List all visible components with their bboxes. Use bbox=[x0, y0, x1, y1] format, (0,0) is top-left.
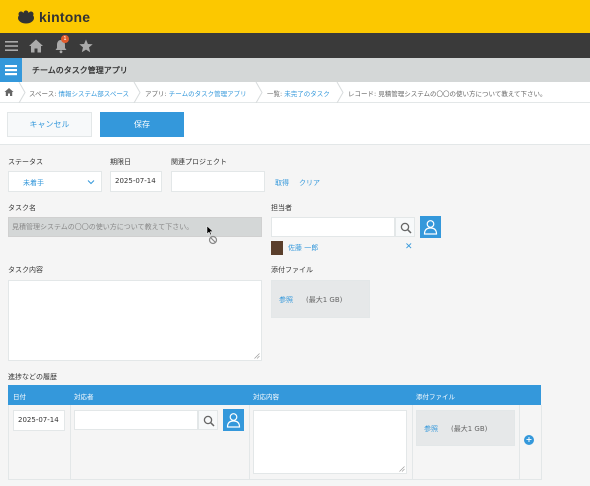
task-content-label: タスク内容 bbox=[8, 266, 43, 274]
history-attachment-dropzone[interactable]: 参照 (最大1 GB) bbox=[416, 410, 515, 446]
column-divider bbox=[249, 405, 250, 480]
app-icon[interactable] bbox=[0, 58, 22, 82]
chevron-down-icon bbox=[87, 180, 95, 185]
max-size-note: (最大1 GB) bbox=[306, 296, 343, 304]
user-icon bbox=[226, 413, 241, 428]
star-icon[interactable] bbox=[78, 38, 94, 54]
remove-assignee-icon[interactable]: ✕ bbox=[405, 242, 413, 252]
task-name-input[interactable]: 見積管理システムの〇〇の使い方について教えて下さい。 bbox=[8, 217, 262, 237]
assignee-name[interactable]: 佐藤 一郎 bbox=[288, 243, 318, 253]
history-table-header: 日付 対応者 対応内容 添付ファイル bbox=[8, 385, 541, 405]
clear-link[interactable]: クリア bbox=[299, 178, 320, 188]
list-icon bbox=[5, 65, 17, 76]
menu-icon[interactable] bbox=[4, 38, 20, 54]
project-label: 関連プロジェクト bbox=[171, 158, 227, 166]
cancel-button[interactable]: キャンセル bbox=[7, 112, 92, 137]
browse-link[interactable]: 参照 bbox=[424, 424, 438, 434]
browse-link[interactable]: 参照 bbox=[279, 295, 293, 305]
breadcrumb-record: レコード: 見積管理システムの〇〇の使い方について教えて下さい。 bbox=[348, 90, 547, 98]
breadcrumb-view-prefix: 一覧: bbox=[267, 90, 285, 98]
notification-badge: 1 bbox=[61, 35, 69, 43]
logo-text: kintone bbox=[39, 9, 91, 25]
global-toolbar bbox=[0, 33, 590, 58]
assignee-picker-button[interactable] bbox=[420, 216, 441, 238]
responder-search-button[interactable] bbox=[198, 410, 218, 430]
due-date-input[interactable]: 2025-07-14 bbox=[110, 171, 162, 192]
history-date-input[interactable]: 2025-07-14 bbox=[13, 410, 65, 431]
app-title: チームのタスク管理アプリ bbox=[32, 66, 128, 75]
assignee-search-input[interactable] bbox=[271, 217, 395, 237]
breadcrumb-space-link[interactable]: 情報システム部スペース bbox=[58, 90, 129, 98]
breadcrumb-space[interactable]: スペース: 情報システム部スペース bbox=[29, 88, 129, 98]
attachment-label: 添付ファイル bbox=[271, 266, 313, 274]
column-header-attachment: 添付ファイル bbox=[416, 393, 455, 401]
assignee-label: 担当者 bbox=[271, 204, 292, 212]
breadcrumb-view-link[interactable]: 未完了のタスク bbox=[284, 90, 330, 98]
task-content-textarea[interactable] bbox=[8, 280, 262, 361]
breadcrumb-separator bbox=[255, 82, 263, 103]
action-bar: キャンセル 保存 bbox=[0, 103, 590, 145]
breadcrumb-separator bbox=[336, 82, 344, 103]
history-content-textarea[interactable] bbox=[253, 410, 407, 474]
attachment-dropzone[interactable]: 参照 (最大1 GB) bbox=[271, 280, 370, 318]
kintone-logo[interactable]: kintone bbox=[16, 9, 90, 25]
breadcrumb-view[interactable]: 一覧: 未完了のタスク bbox=[267, 88, 330, 98]
column-divider bbox=[519, 405, 520, 480]
status-label: ステータス bbox=[8, 158, 43, 166]
breadcrumb-space-prefix: スペース: bbox=[29, 90, 59, 98]
breadcrumb: スペース: 情報システム部スペース アプリ: チームのタスク管理アプリ 一覧: … bbox=[0, 82, 590, 103]
avatar bbox=[271, 241, 283, 255]
column-divider bbox=[412, 405, 413, 480]
history-title: 進捗などの履歴 bbox=[8, 373, 57, 381]
responder-search-input[interactable] bbox=[74, 410, 198, 430]
breadcrumb-separator bbox=[133, 82, 141, 103]
home-icon[interactable] bbox=[4, 87, 14, 97]
column-header-content: 対応内容 bbox=[253, 393, 279, 401]
column-header-date: 日付 bbox=[13, 393, 26, 401]
search-icon bbox=[203, 415, 215, 427]
resize-grip-icon[interactable] bbox=[254, 353, 260, 359]
home-icon[interactable] bbox=[28, 38, 44, 54]
fetch-link[interactable]: 取得 bbox=[275, 178, 289, 188]
task-name-label: タスク名 bbox=[8, 204, 36, 212]
save-button[interactable]: 保存 bbox=[100, 112, 184, 137]
add-row-button[interactable]: + bbox=[524, 435, 534, 445]
global-header: kintone bbox=[0, 0, 590, 33]
kintone-logo-icon bbox=[18, 10, 34, 24]
status-select[interactable]: 未着手 bbox=[8, 171, 102, 192]
max-size-note: (最大1 GB) bbox=[451, 425, 488, 433]
assignee-search-button[interactable] bbox=[395, 217, 415, 237]
due-date-label: 期限日 bbox=[110, 158, 131, 166]
breadcrumb-app-link[interactable]: チームのタスク管理アプリ bbox=[169, 90, 247, 98]
user-icon bbox=[423, 220, 438, 235]
project-input[interactable] bbox=[171, 171, 265, 192]
mouse-cursor-icon bbox=[206, 226, 218, 245]
breadcrumb-app-prefix: アプリ: bbox=[145, 90, 169, 98]
app-header: チームのタスク管理アプリ bbox=[0, 58, 590, 82]
resize-grip-icon[interactable] bbox=[399, 466, 405, 472]
assignee-chip: 佐藤 一郎 ✕ bbox=[271, 240, 415, 256]
breadcrumb-app[interactable]: アプリ: チームのタスク管理アプリ bbox=[145, 88, 247, 98]
search-icon bbox=[400, 222, 412, 234]
column-divider bbox=[70, 405, 71, 480]
status-value: 未着手 bbox=[23, 179, 44, 187]
column-divider bbox=[541, 405, 542, 480]
column-header-responder: 対応者 bbox=[74, 393, 94, 401]
responder-picker-button[interactable] bbox=[223, 409, 244, 431]
breadcrumb-separator bbox=[18, 82, 26, 103]
